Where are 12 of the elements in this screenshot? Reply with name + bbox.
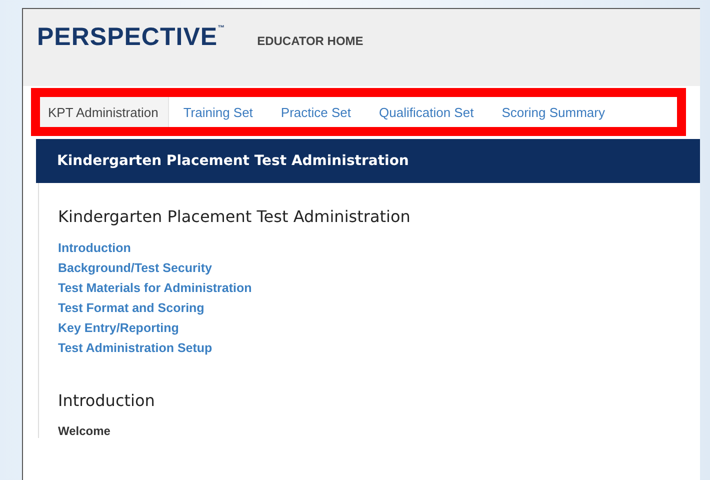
link[interactable]: Test Administration Setup xyxy=(58,340,700,357)
link[interactable]: Introduction xyxy=(58,240,700,257)
link[interactable]: Test Format and Scoring xyxy=(58,300,700,317)
link[interactable]: Background/Test Security xyxy=(58,260,700,277)
link[interactable]: Key Entry/Reporting xyxy=(58,320,700,337)
nav-link[interactable]: EDUCATOR HOME xyxy=(257,25,364,50)
subheading: Welcome xyxy=(58,424,112,438)
section-heading: Introduction xyxy=(58,391,156,410)
section-heading: Kindergarten Placement Test Administration xyxy=(58,207,412,226)
link[interactable]: Test Materials for Administration xyxy=(58,280,700,297)
panel-title: Kindergarten Placement Test Administration xyxy=(36,139,700,183)
tab[interactable]: KPT Administration xyxy=(40,97,170,127)
